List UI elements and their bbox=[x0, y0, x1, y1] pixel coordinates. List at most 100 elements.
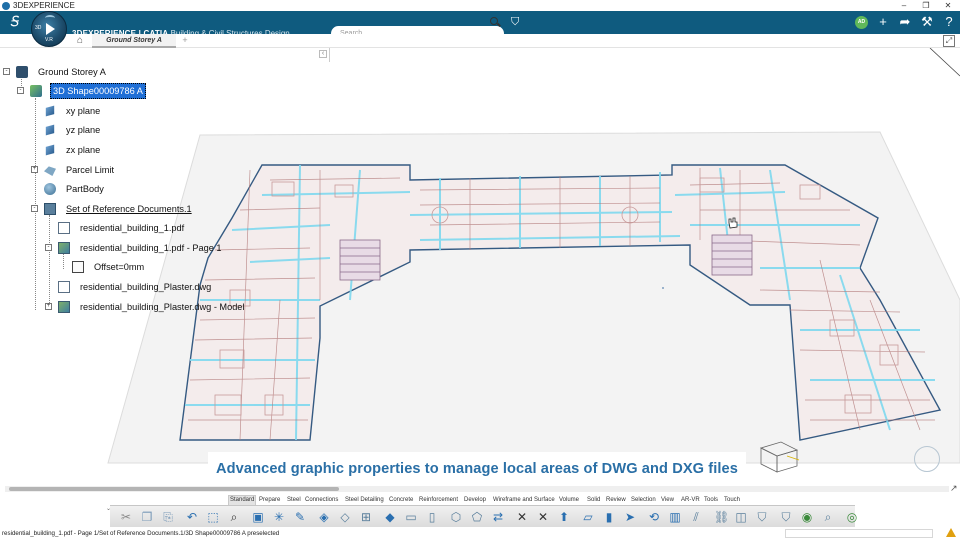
minimize-icon[interactable]: – bbox=[893, 0, 915, 11]
tree-node-dwg-model[interactable]: + residential_building_Plaster.dwg - Mod… bbox=[44, 299, 246, 315]
beam-icon[interactable]: ▱ bbox=[580, 509, 596, 525]
tree-label: residential_building_1.pdf bbox=[80, 223, 185, 233]
layer-icon[interactable]: ◈ bbox=[316, 509, 332, 525]
shape-icon[interactable]: ⬡ bbox=[448, 509, 464, 525]
avatar[interactable]: AD bbox=[855, 16, 868, 29]
snap-icon[interactable]: ✳ bbox=[271, 509, 287, 525]
tree-node-pdf[interactable]: residential_building_1.pdf bbox=[58, 220, 186, 236]
twist-icon[interactable]: ⟲ bbox=[646, 509, 662, 525]
arrow-icon[interactable]: ➤ bbox=[622, 509, 638, 525]
collapse-toggle-icon[interactable]: - bbox=[3, 68, 10, 75]
copy-icon[interactable]: ❐ bbox=[139, 509, 155, 525]
measure-icon[interactable]: ⌕ bbox=[820, 509, 836, 525]
warning-icon[interactable] bbox=[946, 528, 956, 537]
collapse-toggle-icon[interactable]: - bbox=[31, 205, 38, 212]
plane-icon[interactable]: ◇ bbox=[337, 509, 353, 525]
paste-icon[interactable]: ⎘ bbox=[160, 509, 176, 525]
action-tab[interactable]: Develop bbox=[463, 495, 487, 505]
action-tab[interactable]: Concrete bbox=[388, 495, 414, 505]
tools-icon[interactable]: ⚒ bbox=[918, 13, 936, 31]
action-tab[interactable]: Tools bbox=[703, 495, 719, 505]
action-tab[interactable]: Steel Detailing bbox=[344, 495, 385, 505]
split-icon[interactable]: ⫽ bbox=[688, 509, 704, 525]
orientation-ring-icon[interactable] bbox=[914, 446, 940, 472]
tag2-icon[interactable]: ⛉ bbox=[778, 509, 794, 525]
pin-icon[interactable]: ↗ bbox=[950, 483, 958, 493]
compass-label: 3D bbox=[35, 25, 42, 31]
wall-icon[interactable]: ◆ bbox=[382, 509, 398, 525]
view-cube-icon[interactable] bbox=[757, 438, 801, 474]
zoom-icon-glyph: ⌕ bbox=[230, 510, 238, 524]
tree-node-root[interactable]: - Ground Storey A bbox=[2, 64, 108, 80]
action-tab[interactable]: Wireframe and Surface bbox=[492, 495, 556, 505]
zoom-icon[interactable]: ⌕ bbox=[226, 509, 242, 525]
tree-node-partbody[interactable]: PartBody bbox=[44, 181, 106, 197]
product-icon bbox=[16, 66, 28, 78]
undo-icon[interactable]: ↶ bbox=[184, 509, 200, 525]
tree-node-reference-set[interactable]: - Set of Reference Documents.1 bbox=[30, 201, 194, 217]
collapse-toggle-icon[interactable]: - bbox=[45, 244, 52, 251]
slab-icon[interactable]: ▭ bbox=[403, 509, 419, 525]
tree-node-shape[interactable]: - 3D Shape00009786 A bbox=[16, 83, 146, 99]
mirror-icon[interactable]: ⇄ bbox=[490, 509, 506, 525]
horizontal-scrollbar-thumb[interactable] bbox=[9, 487, 339, 491]
tree-node-dwg[interactable]: residential_building_Plaster.dwg bbox=[58, 279, 213, 295]
pin-icon[interactable]: ⬆ bbox=[556, 509, 572, 525]
home-icon[interactable]: ⌂ bbox=[74, 35, 86, 47]
action-tab[interactable]: Touch bbox=[723, 495, 741, 505]
select-icon[interactable]: ⬚ bbox=[205, 509, 221, 525]
tree-node-pdf-page[interactable]: - residential_building_1.pdf - Page 1 bbox=[44, 240, 224, 256]
action-tab[interactable]: Standard bbox=[228, 495, 257, 505]
cross2-icon-glyph: ✕ bbox=[537, 510, 549, 524]
restore-icon[interactable]: ❐ bbox=[915, 0, 937, 11]
cross-icon[interactable]: ✕ bbox=[514, 509, 530, 525]
column-icon[interactable]: ▮ bbox=[601, 509, 617, 525]
tree-node-parcel-limit[interactable]: + Parcel Limit bbox=[30, 162, 116, 178]
tag-icon[interactable]: ⛉ bbox=[754, 509, 770, 525]
view-icon[interactable]: ◫ bbox=[733, 509, 749, 525]
action-tab[interactable]: Review bbox=[605, 495, 627, 505]
render-icon[interactable]: ◎ bbox=[844, 509, 860, 525]
action-tab[interactable]: Prepare bbox=[258, 495, 281, 505]
action-tab[interactable]: Steel bbox=[286, 495, 302, 505]
edit-icon[interactable]: ✎ bbox=[292, 509, 308, 525]
action-tab[interactable]: View bbox=[660, 495, 675, 505]
tree-node-offset[interactable]: Offset=0mm bbox=[72, 259, 146, 275]
collapse-toggle-icon[interactable]: - bbox=[17, 87, 24, 94]
close-icon[interactable]: ✕ bbox=[937, 0, 959, 11]
action-tab[interactable]: Connections bbox=[304, 495, 339, 505]
ds-logo-icon[interactable]: Ꭶ bbox=[4, 14, 24, 31]
add-tab-button[interactable]: + bbox=[180, 34, 190, 48]
tab-ground-storey[interactable]: Ground Storey A bbox=[92, 34, 176, 48]
tree-divider bbox=[329, 48, 330, 62]
box-icon[interactable]: ▯ bbox=[424, 509, 440, 525]
ruler-icon[interactable]: ▥ bbox=[667, 509, 683, 525]
action-tab[interactable]: Reinforcement bbox=[418, 495, 459, 505]
grid-icon[interactable]: ⊞ bbox=[358, 509, 374, 525]
action-tab[interactable]: AR-VR bbox=[680, 495, 701, 505]
collapse-tree-icon[interactable]: ‹ bbox=[319, 50, 327, 58]
action-tab[interactable]: Volume bbox=[558, 495, 580, 505]
action-tab[interactable]: Solid bbox=[586, 495, 601, 505]
add-icon[interactable]: + bbox=[874, 13, 892, 31]
help-icon[interactable]: ? bbox=[940, 13, 958, 31]
globe-icon[interactable]: ◉ bbox=[799, 509, 815, 525]
command-input[interactable] bbox=[785, 529, 933, 538]
frame-icon[interactable]: ▣ bbox=[250, 509, 266, 525]
share-icon[interactable]: ➦ bbox=[896, 13, 914, 31]
tree-node-zx-plane[interactable]: zx plane bbox=[44, 142, 102, 158]
cross2-icon[interactable]: ✕ bbox=[535, 509, 551, 525]
expand-toggle-icon[interactable]: + bbox=[45, 303, 52, 310]
tree-node-xy-plane[interactable]: xy plane bbox=[44, 103, 102, 119]
search-icon[interactable] bbox=[490, 17, 498, 25]
fullscreen-icon[interactable]: ⤢ bbox=[943, 35, 955, 47]
door-icon[interactable]: ⬠ bbox=[469, 509, 485, 525]
beam-icon-glyph: ▱ bbox=[583, 510, 593, 524]
link-icon[interactable]: ⛓ bbox=[712, 509, 729, 525]
compass-button[interactable]: 3D V.R bbox=[31, 11, 67, 47]
tag-icon[interactable]: ⛉ bbox=[511, 16, 523, 28]
cut-icon[interactable]: ✂ bbox=[118, 509, 134, 525]
tree-node-yz-plane[interactable]: yz plane bbox=[44, 122, 102, 138]
action-tab[interactable]: Selection bbox=[630, 495, 657, 505]
expand-toggle-icon[interactable]: + bbox=[31, 166, 38, 173]
